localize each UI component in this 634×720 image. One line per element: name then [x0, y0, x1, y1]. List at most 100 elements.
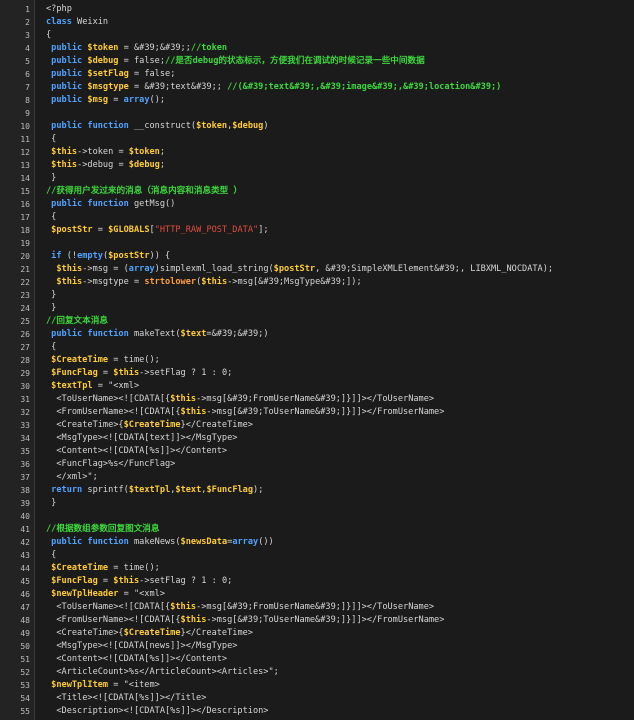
- code-line[interactable]: 17 {: [0, 211, 634, 224]
- code-token: <FromUserName><![CDATA[{: [46, 615, 181, 625]
- code-line[interactable]: 35 <Content><![CDATA[%s]]></Content>: [0, 445, 634, 458]
- code-area[interactable]: 1 <?php 2 class Weixin 3{4 public $token = &…: [0, 3, 634, 718]
- line-number: 55: [20, 707, 30, 716]
- code-line[interactable]: 30 $textTpl = "<xml>: [0, 380, 634, 393]
- code-line[interactable]: 10 public function __construct($token,$d…: [0, 120, 634, 133]
- code-line[interactable]: 54 <Title><![CDATA[%s]]></Title>: [0, 692, 634, 705]
- code-line[interactable]: 18 $postStr = $GLOBALS["HTTP_RAW_POST_DA…: [0, 224, 634, 237]
- code-line[interactable]: 23 }: [0, 289, 634, 302]
- code-line[interactable]: 16 public function getMsg(): [0, 198, 634, 211]
- code-line[interactable]: 47 <ToUserName><![CDATA[{$this->msg[&#39…: [0, 601, 634, 614]
- code-token: <?php: [46, 4, 72, 14]
- code-line[interactable]: 24 }: [0, 302, 634, 315]
- code-line[interactable]: 14 }: [0, 172, 634, 185]
- code-line[interactable]: 38 return sprintf($textTpl,$text,$FuncFl…: [0, 484, 634, 497]
- code-line[interactable]: 43 {: [0, 549, 634, 562]
- code-line[interactable]: 11 {: [0, 133, 634, 146]
- code-token: <CreateTime>{: [46, 628, 124, 638]
- line-number: 47: [20, 603, 30, 612]
- code-line[interactable]: 52 <ArticleCount>%s</ArticleCount><Artic…: [0, 666, 634, 679]
- code-line[interactable]: 40: [0, 510, 634, 523]
- code-token: $FuncFlag: [46, 576, 98, 586]
- code-line[interactable]: 12 $this->token = $token;: [0, 146, 634, 159]
- code-line[interactable]: 42 public function makeNews($newsData=ar…: [0, 536, 634, 549]
- code-token: = time();: [108, 355, 160, 365]
- code-line[interactable]: 15 //获得用户发过来的消息（消息内容和消息类型 ）: [0, 185, 634, 198]
- code-line-text: $FuncFlag = $this->setFlag ? 1 : 0;: [46, 367, 634, 380]
- code-line[interactable]: 25 //回复文本消息: [0, 315, 634, 328]
- code-line[interactable]: 36 <FuncFlag>%s</FuncFlag>: [0, 458, 634, 471]
- code-line[interactable]: 1 <?php: [0, 3, 634, 16]
- code-line[interactable]: 45 $FuncFlag = $this->setFlag ? 1 : 0;: [0, 575, 634, 588]
- code-line[interactable]: 50 <MsgType><![CDATA[news]]></MsgType>: [0, 640, 634, 653]
- code-line-text: {: [46, 133, 634, 146]
- code-line[interactable]: 22 $this->msgtype = strtolower($this->ms…: [0, 276, 634, 289]
- code-line[interactable]: 19: [0, 237, 634, 250]
- code-line-text: <ToUserName><![CDATA[{$this->msg[&#39;Fr…: [46, 393, 634, 406]
- code-token: empty: [77, 251, 103, 261]
- code-line[interactable]: 53 $newTplItem = "<item>: [0, 679, 634, 692]
- code-line-text: $this->msgtype = strtolower($this->msg[&…: [46, 276, 634, 289]
- code-token: ->msg = (: [82, 264, 129, 274]
- code-line[interactable]: 20 if (!empty($postStr)) {: [0, 250, 634, 263]
- code-line[interactable]: 32 <FromUserName><![CDATA[{$this->msg[&#…: [0, 406, 634, 419]
- code-line[interactable]: 44 $CreateTime = time();: [0, 562, 634, 575]
- code-line-text: //回复文本消息: [46, 315, 634, 328]
- code-token: $debug: [87, 56, 119, 66]
- code-line[interactable]: 26 public function makeText($text=&#39;&…: [0, 328, 634, 341]
- code-token: ;: [159, 147, 166, 157]
- code-token: ->token =: [77, 147, 129, 157]
- code-line[interactable]: 13 $this->debug = $debug;: [0, 159, 634, 172]
- code-line[interactable]: 8 public $msg = array();: [0, 94, 634, 107]
- code-line[interactable]: 41 //根据数组参数回复图文消息: [0, 523, 634, 536]
- code-line[interactable]: 27 {: [0, 341, 634, 354]
- code-line[interactable]: 6 public $setFlag = false;: [0, 68, 634, 81]
- code-token: )) {: [149, 251, 171, 261]
- code-token: "HTTP_RAW_POST_DATA": [154, 225, 259, 235]
- code-token: $CreateTime: [46, 563, 109, 573]
- code-line-text: $this->msg = (array)simplexml_load_strin…: [46, 263, 634, 276]
- code-token: ()): [258, 537, 274, 547]
- code-line[interactable]: 7 public $msgtype = &#39;text&#39;; //(&…: [0, 81, 634, 94]
- code-token: =&#39;&#39;): [206, 329, 269, 339]
- code-token: //根据数组参数回复图文消息: [46, 524, 160, 534]
- line-number: 11: [20, 135, 30, 144]
- code-line-text: </xml>";: [46, 471, 634, 484]
- code-line[interactable]: 21 $this->msg = (array)simplexml_load_st…: [0, 263, 634, 276]
- code-line[interactable]: 4 public $token = &#39;&#39;;//token: [0, 42, 634, 55]
- code-token: <MsgType><![CDATA[news]]></MsgType>: [46, 641, 238, 651]
- line-number: 20: [20, 252, 30, 261]
- code-line[interactable]: 5 public $debug = false;//是否debug的状态标示，方…: [0, 55, 634, 68]
- code-line[interactable]: 51 <Content><![CDATA[%s]]></Content>: [0, 653, 634, 666]
- code-token: ];: [258, 225, 269, 235]
- code-token: }</CreateTime>: [180, 628, 253, 638]
- code-line[interactable]: 3{: [0, 29, 634, 42]
- code-token: = "<xml>: [92, 381, 140, 391]
- code-line[interactable]: 39 }: [0, 497, 634, 510]
- code-line[interactable]: 55 <Description><![CDATA[%s]]></Descript…: [0, 705, 634, 718]
- code-line[interactable]: 2 class Weixin: [0, 16, 634, 29]
- code-line[interactable]: 31 <ToUserName><![CDATA[{$this->msg[&#39…: [0, 393, 634, 406]
- code-line[interactable]: 48 <FromUserName><![CDATA[{$this->msg[&#…: [0, 614, 634, 627]
- code-line[interactable]: 49 <CreateTime>{$CreateTime}</CreateTime…: [0, 627, 634, 640]
- code-line[interactable]: 29 $FuncFlag = $this->setFlag ? 1 : 0;: [0, 367, 634, 380]
- code-token: $this: [113, 576, 140, 586]
- code-line[interactable]: 37 </xml>";: [0, 471, 634, 484]
- code-token: ->setFlag ? 1 : 0;: [139, 576, 233, 586]
- line-number: 45: [20, 577, 30, 586]
- code-token: )simplexml_load_string(: [154, 264, 274, 274]
- code-token: public function: [46, 121, 134, 131]
- code-token: <FuncFlag>%s</FuncFlag>: [46, 459, 176, 469]
- code-line-text: <Content><![CDATA[%s]]></Content>: [46, 445, 634, 458]
- code-token: public: [46, 43, 88, 53]
- code-line[interactable]: 34 <MsgType><![CDATA[text]]></MsgType>: [0, 432, 634, 445]
- code-line[interactable]: 9: [0, 107, 634, 120]
- code-line-text: {: [46, 341, 634, 354]
- code-line[interactable]: 28 $CreateTime = time();: [0, 354, 634, 367]
- line-number: 26: [20, 330, 30, 339]
- code-token: ->msg[&#39;ToUserName&#39;]}]]></FromUse…: [206, 407, 445, 417]
- code-line[interactable]: 46 $newTplHeader = "<xml>: [0, 588, 634, 601]
- code-token: <Content><![CDATA[%s]]></Content>: [46, 446, 228, 456]
- code-line[interactable]: 33 <CreateTime>{$CreateTime}</CreateTime…: [0, 419, 634, 432]
- code-editor[interactable]: 1 <?php 2 class Weixin 3{4 public $token = &…: [0, 0, 634, 720]
